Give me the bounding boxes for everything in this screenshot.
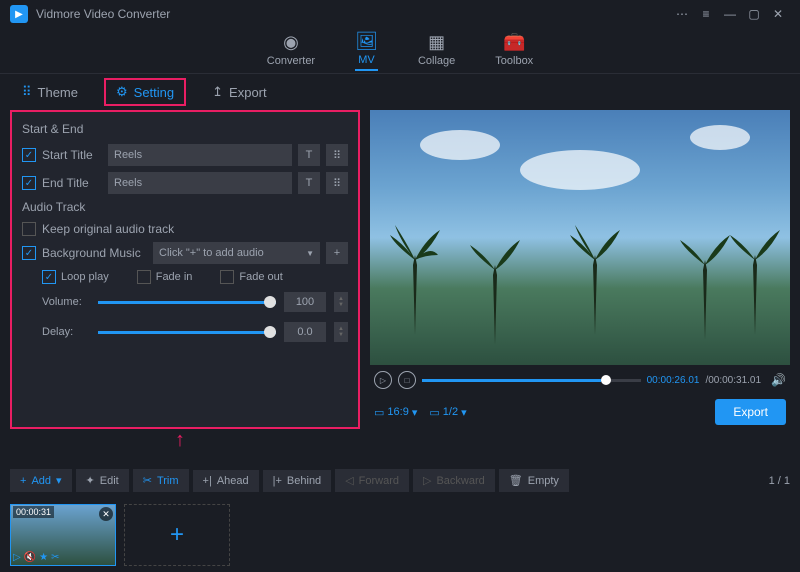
sub-tabs: ⠿Theme ⚙Setting ↥Export [0,74,800,110]
nav-toolbox[interactable]: 🧰Toolbox [495,32,533,70]
export-button[interactable]: Export [715,399,786,425]
zoom-select[interactable]: ▭ 1/2 ▾ [429,406,466,419]
edit-button[interactable]: ✦ Edit [76,469,129,492]
end-title-label: End Title [42,176,102,190]
time-total: /00:00:31.01 [705,375,761,386]
delay-value[interactable]: 0.0 [284,322,326,342]
close-icon[interactable]: ✕ [766,2,790,26]
keep-original-label: Keep original audio track [42,222,174,236]
clip-star-icon[interactable]: ★ [39,552,48,563]
toolbox-icon: 🧰 [503,32,525,53]
progress-bar[interactable] [422,379,641,382]
tab-setting[interactable]: ⚙Setting [104,78,186,106]
top-navigation: ◉Converter 🖼MV ▦Collage 🧰Toolbox [0,28,800,74]
play-button[interactable]: ▷ [374,371,392,389]
aspect-ratio-select[interactable]: ▭ 16:9 ▾ [374,406,417,419]
menu-icon[interactable]: ≡ [694,2,718,26]
preview-panel: ▷ □ 00:00:26.01/00:00:31.01 🔊 ▭ 16:9 ▾ ▭… [370,110,790,429]
converter-icon: ◉ [283,32,299,53]
tab-theme[interactable]: ⠿Theme [12,80,88,104]
start-title-checkbox[interactable]: ✓ [22,148,36,162]
maximize-icon[interactable]: ▢ [742,2,766,26]
nav-converter[interactable]: ◉Converter [267,32,315,70]
bg-music-label: Background Music [42,246,147,260]
bg-music-select[interactable]: Click "+" to add audio [153,242,320,264]
empty-button[interactable]: 🗑 Empty [499,469,569,492]
clips-strip: 00:00:31 ✕ ▷ 🔇 ★ ✂ + [0,498,800,572]
gear-icon: ⚙ [116,84,128,100]
start-font-button[interactable]: T [298,144,320,166]
titlebar: ▶ Vidmore Video Converter ⋯ ≡ — ▢ ✕ [0,0,800,28]
time-current: 00:00:26.01 [647,375,700,386]
video-preview[interactable] [370,110,790,365]
volume-label: Volume: [42,296,90,308]
trim-button[interactable]: ✂ Trim [133,469,189,492]
collage-icon: ▦ [428,32,445,53]
volume-value[interactable]: 100 [284,292,326,312]
app-logo-icon: ▶ [10,5,28,23]
player-options: ▭ 16:9 ▾ ▭ 1/2 ▾ Export [370,395,790,429]
nav-collage[interactable]: ▦Collage [418,32,455,70]
tab-export[interactable]: ↥Export [202,80,276,104]
add-audio-button[interactable]: + [326,242,348,264]
end-title-checkbox[interactable]: ✓ [22,176,36,190]
forward-button[interactable]: ◁ Forward [335,469,409,492]
delay-spinner[interactable]: ▲▼ [334,322,348,342]
mv-icon: 🖼 [355,31,378,52]
bg-music-checkbox[interactable]: ✓ [22,246,36,260]
backward-button[interactable]: ▷ Backward [413,469,495,492]
end-font-button[interactable]: T [298,172,320,194]
player-controls: ▷ □ 00:00:26.01/00:00:31.01 🔊 [370,365,790,395]
minimize-icon[interactable]: — [718,2,742,26]
startend-header: Start & End [22,122,348,136]
stop-button[interactable]: □ [398,371,416,389]
settings-panel: Start & End ✓ Start Title T ⠿ ✓ End Titl… [10,110,360,429]
keep-original-checkbox[interactable]: ✓ [22,222,36,236]
volume-icon[interactable]: 🔊 [771,373,786,387]
clip-duration: 00:00:31 [13,506,54,518]
volume-slider[interactable] [98,301,276,304]
pager: 1 / 1 [769,475,790,487]
delay-label: Delay: [42,326,90,338]
app-title: Vidmore Video Converter [36,7,170,21]
volume-spinner[interactable]: ▲▼ [334,292,348,312]
clip-trim-icon[interactable]: ✂ [51,552,59,563]
add-clip-slot[interactable]: + [124,504,230,566]
end-title-input[interactable] [108,172,292,194]
fadeout-checkbox[interactable]: ✓ [220,270,234,284]
theme-icon: ⠿ [22,84,32,100]
clip-toolbar: + Add ▾ ✦ Edit ✂ Trim +| Ahead |+ Behind… [0,463,800,498]
behind-button[interactable]: |+ Behind [263,470,332,492]
feedback-icon[interactable]: ⋯ [670,2,694,26]
fadein-checkbox[interactable]: ✓ [137,270,151,284]
up-arrow-icon: ↑ [175,429,185,452]
add-button[interactable]: + Add ▾ [10,469,72,492]
loop-checkbox[interactable]: ✓ [42,270,56,284]
end-more-button[interactable]: ⠿ [326,172,348,194]
ahead-button[interactable]: +| Ahead [193,470,259,492]
delay-slider[interactable] [98,331,276,334]
start-title-input[interactable] [108,144,292,166]
annotation-arrow: ↑ [0,429,800,463]
start-title-label: Start Title [42,148,102,162]
clip-mute-icon[interactable]: 🔇 [24,552,36,563]
clip-remove-icon[interactable]: ✕ [99,507,113,521]
nav-mv[interactable]: 🖼MV [355,31,378,71]
clip-thumbnail[interactable]: 00:00:31 ✕ ▷ 🔇 ★ ✂ [10,504,116,566]
export-icon: ↥ [212,84,223,100]
clip-play-icon[interactable]: ▷ [13,552,21,563]
start-more-button[interactable]: ⠿ [326,144,348,166]
audio-header: Audio Track [22,200,348,214]
